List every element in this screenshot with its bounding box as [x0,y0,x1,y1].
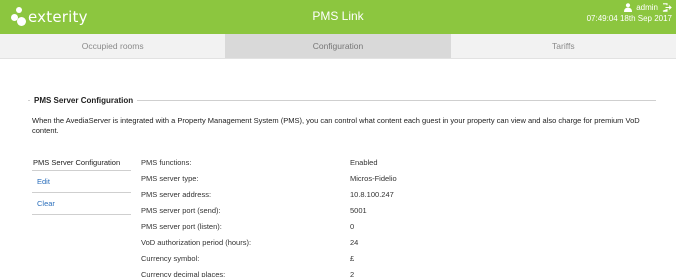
setting-value: 5001 [350,206,367,215]
settings-row: PMS server address: 10.8.100.247 [141,189,511,205]
tab-occupied-rooms[interactable]: Occupied rooms [0,34,225,58]
tab-configuration[interactable]: Configuration [225,34,451,58]
main-tabs: Occupied rooms Configuration Tariffs [0,34,676,59]
settings-row: PMS functions: Enabled [141,157,511,173]
setting-value: Micros-Fidelio [350,174,397,183]
current-datetime: 07:49:04 18th Sep 2017 [586,14,672,23]
settings-row: VoD authorization period (hours): 24 [141,237,511,253]
setting-value: Enabled [350,158,378,167]
settings-row: PMS server type: Micros-Fidelio [141,173,511,189]
settings-list: PMS functions: Enabled PMS server type: … [141,157,511,277]
section-title: PMS Server Configuration [30,96,138,105]
settings-row: Currency symbol: £ [141,253,511,269]
edit-link[interactable]: Edit [32,171,131,193]
section-intro: When the AvediaServer is integrated with… [32,116,640,135]
setting-value: 24 [350,238,359,247]
setting-label: PMS server type: [141,174,199,183]
tab-tariffs[interactable]: Tariffs [451,34,676,58]
settings-row: PMS server port (listen): 0 [141,221,511,237]
settings-row: Currency decimal places: 2 [141,269,511,277]
setting-label: VoD authorization period (hours): [141,238,252,247]
user-area: admin 07:49:04 18th Sep 2017 [587,2,672,24]
setting-label: Currency symbol: [141,254,200,263]
setting-value: 10.8.100.247 [350,190,394,199]
top-bar: exterity PMS Link admin 07:49:04 18th Se… [0,0,676,34]
user-icon [624,3,633,12]
config-side-menu: PMS Server Configuration Edit Clear [32,157,131,215]
app-title: PMS Link [312,9,364,23]
setting-label: PMS server port (send): [141,206,221,215]
logout-icon[interactable] [662,3,672,12]
setting-label: Currency decimal places: [141,270,226,277]
setting-label: PMS server address: [141,190,212,199]
clear-link[interactable]: Clear [32,193,131,215]
setting-label: PMS server port (listen): [141,222,222,231]
settings-row: PMS server port (send): 5001 [141,205,511,221]
user-name[interactable]: admin [636,2,658,13]
setting-value: 2 [350,270,355,277]
setting-value: 0 [350,222,355,231]
setting-value: £ [350,254,355,263]
side-menu-title: PMS Server Configuration [32,157,131,171]
setting-label: PMS functions: [141,158,192,167]
